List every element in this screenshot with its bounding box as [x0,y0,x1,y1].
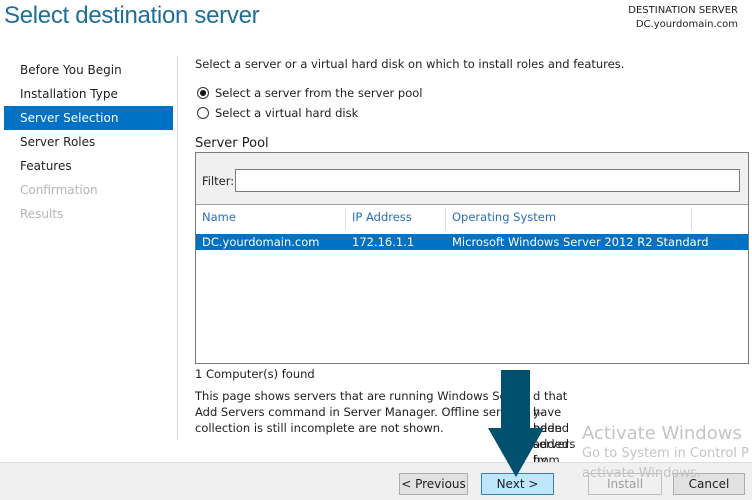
column-ip[interactable]: IP Address [346,208,446,230]
nav-server-selection[interactable]: Server Selection [4,106,173,130]
radio-label: Select a virtual hard disk [215,106,359,120]
nav-before-you-begin[interactable]: Before You Begin [4,58,173,82]
desc-text: Add Servers command in Server Manager. O… [195,405,508,419]
watermark-title: Activate Windows [582,423,742,444]
arrow-down-icon [488,370,544,477]
nav-installation-type[interactable]: Installation Type [4,82,173,106]
filter-bar: Filter: [196,153,748,205]
radio-virtual-disk[interactable]: Select a virtual hard disk [197,106,358,120]
page-title: Select destination server [4,2,260,29]
destination-label: DESTINATION SERVER [628,5,738,16]
cell-name: DC.yourdomain.com [202,235,320,249]
desc-text: This page shows servers that are running… [195,389,512,403]
previous-button[interactable]: < Previous [399,473,468,495]
nav-server-roles[interactable]: Server Roles [4,130,173,154]
nav-features[interactable]: Features [4,154,173,178]
pool-title: Server Pool [195,136,269,151]
computer-count: 1 Computer(s) found [195,367,315,381]
radio-icon[interactable] [197,107,209,119]
cell-os: Microsoft Windows Server 2012 R2 Standar… [452,235,709,249]
destination-server: DESTINATION SERVER DC.yourdomain.com [628,4,738,32]
radio-selected-icon[interactable] [197,87,209,99]
intro-text: Select a server or a virtual hard disk o… [195,57,625,71]
description: This page shows servers that are running… [195,388,575,499]
nav-confirmation: Confirmation [20,183,98,197]
radio-server-pool[interactable]: Select a server from the server pool [197,86,422,100]
cell-ip: 172.16.1.1 [352,235,415,249]
desc-text: collection is still incomplete are not s… [195,421,444,435]
radio-label: Select a server from the server pool [215,86,423,100]
destination-value: DC.yourdomain.com [635,19,738,30]
table-row[interactable]: DC.yourdomain.com 172.16.1.1 Microsoft W… [196,234,748,250]
column-name[interactable]: Name [196,208,346,230]
watermark-line2: activate Windows. [582,466,701,481]
watermark-line1: Go to System in Control P [582,446,749,461]
filter-label: Filter: [202,174,235,188]
divider [177,56,178,440]
nav-results: Results [20,207,64,221]
server-pool: Filter: Name IP Address Operating System… [195,152,749,364]
column-os[interactable]: Operating System [446,208,692,230]
filter-input[interactable] [235,169,740,192]
